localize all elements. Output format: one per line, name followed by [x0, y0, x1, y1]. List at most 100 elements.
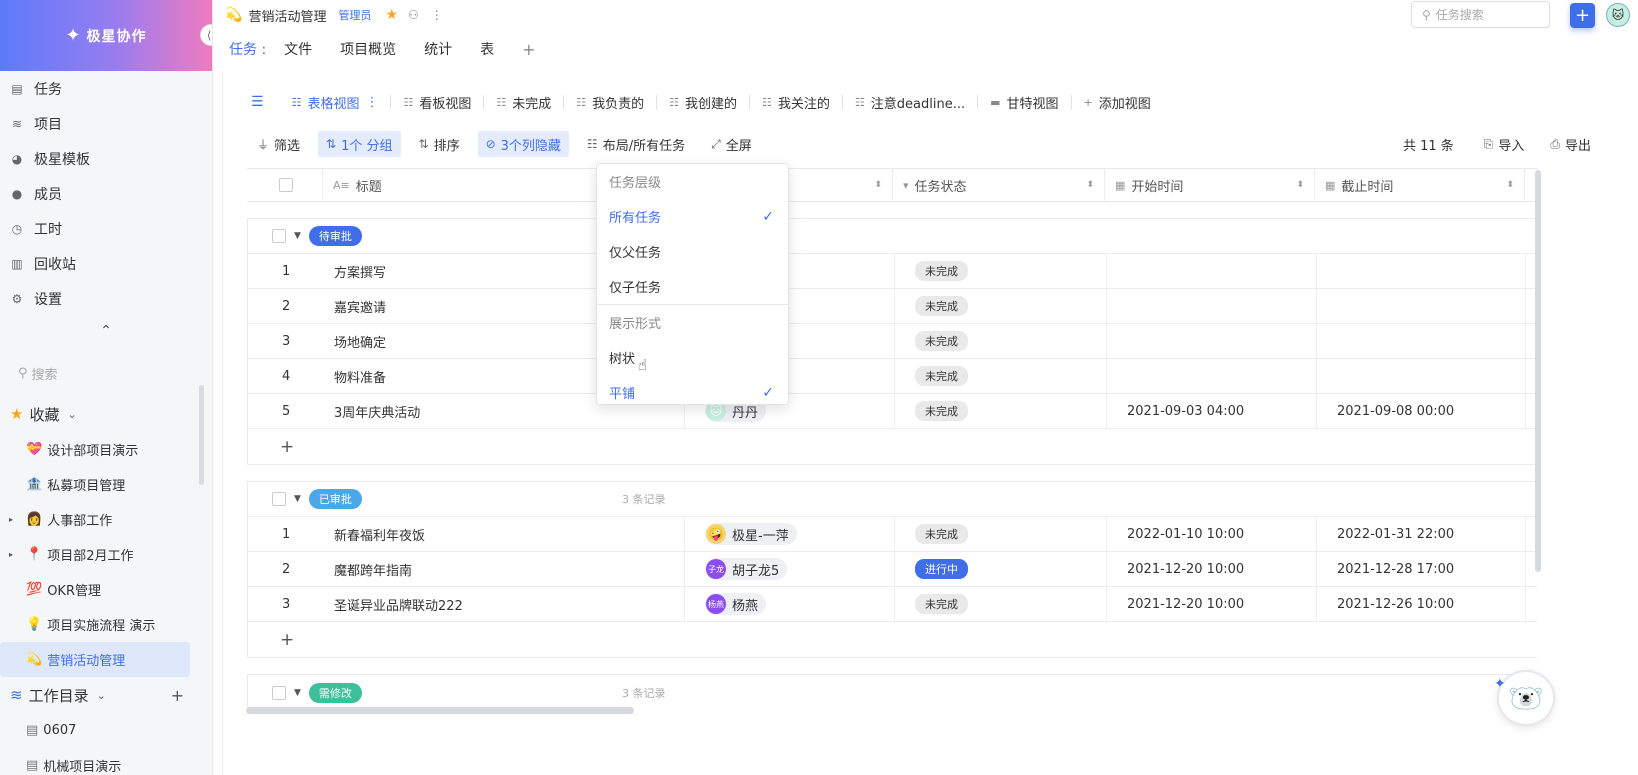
view-tab[interactable]: + 添加视图: [1084, 93, 1151, 112]
dropdown-option[interactable]: 仅子任务: [597, 269, 788, 304]
group-header[interactable]: ▼ 待审批: [248, 219, 1537, 254]
favorite-star-icon[interactable]: ★: [385, 7, 398, 23]
group-button[interactable]: ⇅ 1个 分组: [318, 131, 401, 157]
end-time-cell[interactable]: [1316, 358, 1526, 394]
fullscreen-button[interactable]: ⤢ 全屏: [703, 131, 760, 157]
nav-item-3[interactable]: ● 成员: [0, 176, 212, 211]
view-tab[interactable]: ☷ 我创建的: [669, 93, 737, 112]
sort-icon[interactable]: ⬍: [1296, 180, 1304, 190]
start-time-cell[interactable]: 2021-12-20 10:00: [1106, 551, 1316, 587]
end-time-cell[interactable]: 2021-12-28 17:00: [1316, 551, 1526, 587]
end-time-cell[interactable]: 2021-12-26 10:00: [1316, 586, 1526, 622]
start-time-cell[interactable]: [1106, 358, 1316, 394]
horizontal-scrollbar[interactable]: [246, 707, 634, 714]
workdir-header[interactable]: ≋ 工作目录 ⌄ +: [0, 677, 212, 713]
favorites-header[interactable]: ★ 收藏 ⌄: [0, 396, 212, 432]
favorite-item[interactable]: 🏦 私募项目管理: [0, 467, 212, 502]
status-cell[interactable]: 未完成: [894, 253, 1106, 289]
status-cell[interactable]: 未完成: [894, 393, 1106, 429]
view-tab[interactable]: ▬ 甘特视图: [990, 93, 1058, 112]
add-workdir-icon[interactable]: +: [171, 686, 184, 705]
favorite-item[interactable]: ▸ 📍 项目部2月工作: [0, 537, 212, 572]
favorite-item[interactable]: 💝 设计部项目演示: [0, 432, 212, 467]
status-cell[interactable]: 进行中: [894, 551, 1106, 587]
nav-item-6[interactable]: ⚙ 设置: [0, 281, 212, 316]
owner-chip[interactable]: 🤪 极星-一萍: [705, 523, 797, 545]
group-checkbox[interactable]: [272, 229, 286, 243]
workdir-item[interactable]: ▤ 机械项目演示: [0, 748, 212, 775]
add-tab-icon[interactable]: +: [522, 40, 535, 59]
view-menu-icon[interactable]: ☰: [251, 94, 264, 110]
sidebar-scrollbar[interactable]: [199, 385, 204, 485]
owner-cell[interactable]: 子龙 胡子龙5: [684, 551, 894, 587]
task-title[interactable]: 新春福利年夜饭: [324, 525, 684, 544]
tab-item[interactable]: 项目概览: [340, 39, 396, 59]
table-row[interactable]: 1 新春福利年夜饭 🤪 极星-一萍 未完成 2022-01-10 10:00 2022-01…: [248, 516, 1537, 552]
table-row[interactable]: 5 3周年庆典活动 🐱 丹丹 未完成 2021-09-03 04:00 2021-09-08…: [248, 393, 1537, 429]
end-time-cell[interactable]: [1316, 288, 1526, 324]
tab-item[interactable]: 统计: [424, 39, 452, 59]
hidden-columns-button[interactable]: ⊘ 3个列隐藏: [477, 131, 569, 157]
expand-icon[interactable]: ▸: [9, 515, 13, 524]
col-status[interactable]: ▾ 任务状态 ⬍: [893, 168, 1105, 202]
import-button[interactable]: ⎘ 导入: [1476, 131, 1533, 157]
nav-item-5[interactable]: ▥ 回收站: [0, 246, 212, 281]
start-time-cell[interactable]: 2022-01-10 10:00: [1106, 516, 1316, 552]
select-all-checkbox[interactable]: [279, 178, 293, 192]
view-tab[interactable]: ☷ 未完成: [496, 93, 551, 112]
end-time-cell[interactable]: 2021-09-08 00:00: [1316, 393, 1526, 429]
start-time-cell[interactable]: [1106, 323, 1316, 359]
add-row-button[interactable]: +: [248, 429, 1537, 464]
col-end[interactable]: ▦ 截止时间 ⬍: [1315, 168, 1525, 202]
sidebar-search[interactable]: ⚲ 搜索: [18, 356, 202, 390]
chevron-down-icon[interactable]: ⌄: [97, 689, 106, 702]
sort-icon[interactable]: ⬍: [1506, 180, 1514, 190]
owner-chip[interactable]: 子龙 胡子龙5: [705, 558, 788, 580]
table-row[interactable]: 3 圣诞异业品牌联动222 杨燕 杨燕 未完成 2021-12-20 10:00 2021-…: [248, 586, 1537, 622]
favorite-item[interactable]: ▸ 👩 人事部工作: [0, 502, 212, 537]
tab-tasks[interactable]: 任务 :: [229, 39, 266, 59]
dropdown-option[interactable]: 所有任务 ✓: [597, 199, 788, 234]
owner-cell[interactable]: 🤪 极星-一萍: [684, 516, 894, 552]
chevron-down-icon[interactable]: ⌄: [67, 408, 76, 421]
favorite-item[interactable]: 💫 营销活动管理: [0, 642, 190, 677]
nav-item-1[interactable]: ≋ 项目: [0, 106, 212, 141]
add-row-button[interactable]: +: [248, 622, 1537, 657]
more-icon[interactable]: ⋮: [365, 95, 378, 110]
start-time-cell[interactable]: 2021-09-03 04:00: [1106, 393, 1316, 429]
end-time-cell[interactable]: [1316, 323, 1526, 359]
owner-cell[interactable]: 杨燕 杨燕: [684, 586, 894, 622]
view-tab[interactable]: ☷ 看板视图: [403, 93, 471, 112]
end-time-cell[interactable]: 2022-01-31 22:00: [1316, 516, 1526, 552]
task-title[interactable]: 魔都跨年指南: [324, 560, 684, 579]
sort-icon[interactable]: ⬍: [1086, 180, 1094, 190]
dropdown-option[interactable]: 仅父任务: [597, 234, 788, 269]
table-row[interactable]: 3 场地确定 未完成: [248, 323, 1537, 359]
end-time-cell[interactable]: [1316, 253, 1526, 289]
status-cell[interactable]: 未完成: [894, 288, 1106, 324]
table-row[interactable]: 2 魔都跨年指南 子龙 胡子龙5 进行中 2021-12-20 10:00 2021-12-…: [248, 551, 1537, 587]
filter-button[interactable]: ⏚ 筛选: [249, 131, 308, 157]
status-cell[interactable]: 未完成: [894, 516, 1106, 552]
task-title[interactable]: 圣诞异业品牌联动222: [324, 595, 684, 614]
collapse-icon[interactable]: ▼: [294, 494, 301, 504]
workdir-item[interactable]: ▤ 0607: [0, 713, 212, 748]
col-start[interactable]: ▦ 开始时间 ⬍: [1105, 168, 1315, 202]
dropdown-option[interactable]: 平铺 ✓: [597, 375, 788, 410]
owner-chip[interactable]: 杨燕 杨燕: [705, 593, 767, 615]
status-cell[interactable]: 未完成: [894, 586, 1106, 622]
start-time-cell[interactable]: 2021-12-20 10:00: [1106, 586, 1316, 622]
layout-button[interactable]: ☷ 布局/所有任务: [579, 131, 693, 157]
nav-item-2[interactable]: ◕ 极星模板: [0, 141, 212, 176]
expand-icon[interactable]: ▸: [9, 550, 13, 559]
sort-button[interactable]: ⇅ 排序: [411, 131, 468, 157]
group-header[interactable]: ▼ 需修改 3 条记录: [248, 675, 1537, 710]
view-tab[interactable]: ☷ 我负责的: [576, 93, 644, 112]
table-row[interactable]: 2 嘉宾邀请 未完成: [248, 288, 1537, 324]
tab-item[interactable]: 文件: [284, 39, 312, 59]
view-tab[interactable]: ☷ 表格视图 ⋮: [292, 93, 379, 112]
members-icon[interactable]: ⚇: [408, 8, 419, 22]
export-button[interactable]: ⎙ 导出: [1542, 131, 1599, 157]
chevron-up-icon[interactable]: ⌃: [0, 316, 212, 346]
view-tab[interactable]: ☷ 注意deadline...: [855, 93, 965, 112]
